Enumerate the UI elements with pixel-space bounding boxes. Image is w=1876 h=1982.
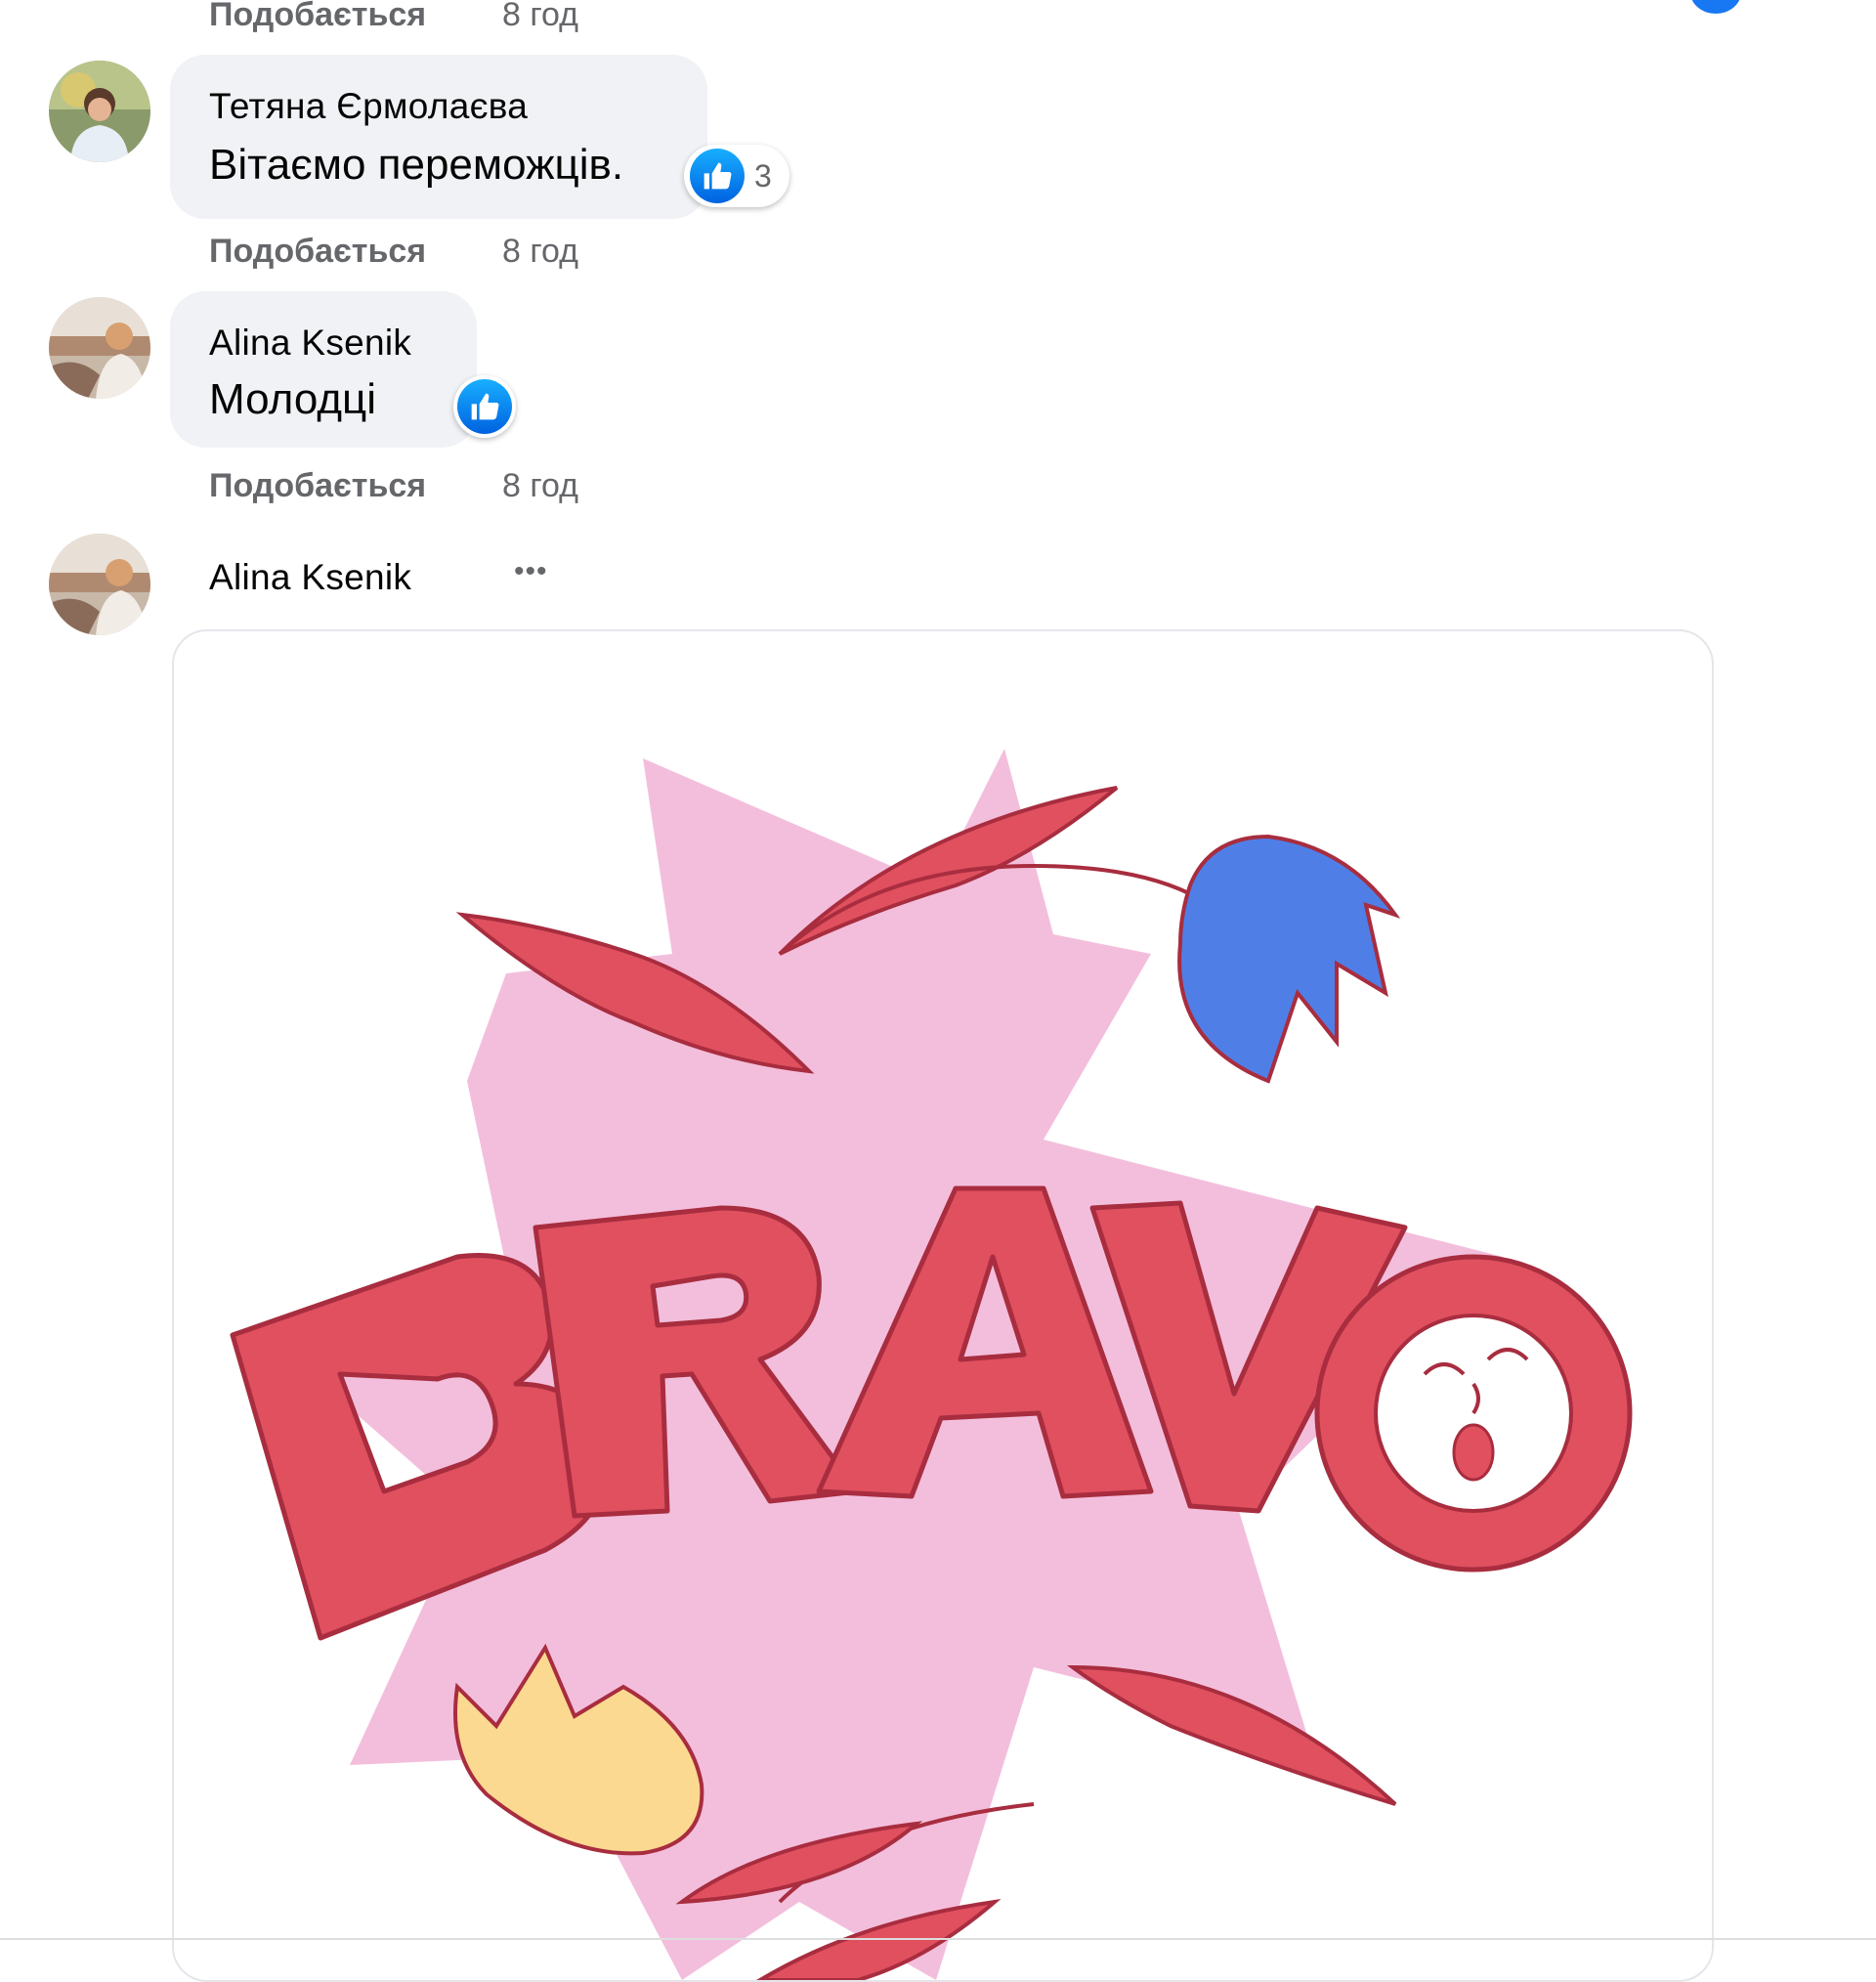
comment-like-action[interactable]: Подобається [209,467,426,505]
like-icon [457,379,512,434]
comment-bubble [170,55,707,219]
comment-time[interactable]: 8 год [502,233,578,271]
like-icon [690,149,745,203]
comment-author[interactable]: Alina Ksenik [209,557,411,598]
reaction-count: 3 [754,157,772,194]
like-icon-partial [1690,0,1741,14]
reaction-summary[interactable]: 3 [684,145,789,207]
comment-like-action[interactable]: Подобається [209,233,426,271]
comment-0-time[interactable]: 8 год [502,0,578,34]
comment-bubble [170,291,477,448]
comment-time[interactable]: 8 год [502,467,578,505]
comment-0-like-action[interactable]: Подобається [209,0,426,34]
comment-author[interactable]: Alina Ksenik [209,323,411,364]
comment-text: Молодці [209,375,376,423]
comment-text: Вітаємо переможців. [209,141,624,189]
comment-author[interactable]: Тетяна Єрмолаєва [209,86,528,127]
more-options-icon[interactable]: ••• [514,555,548,588]
reaction-summary[interactable] [453,375,516,438]
avatar[interactable] [49,297,150,399]
sticker-attachment[interactable] [172,629,1714,1982]
bravo-sticker [230,749,1633,1980]
avatar[interactable] [49,61,150,162]
divider [0,1938,1876,1940]
avatar[interactable] [49,534,150,635]
